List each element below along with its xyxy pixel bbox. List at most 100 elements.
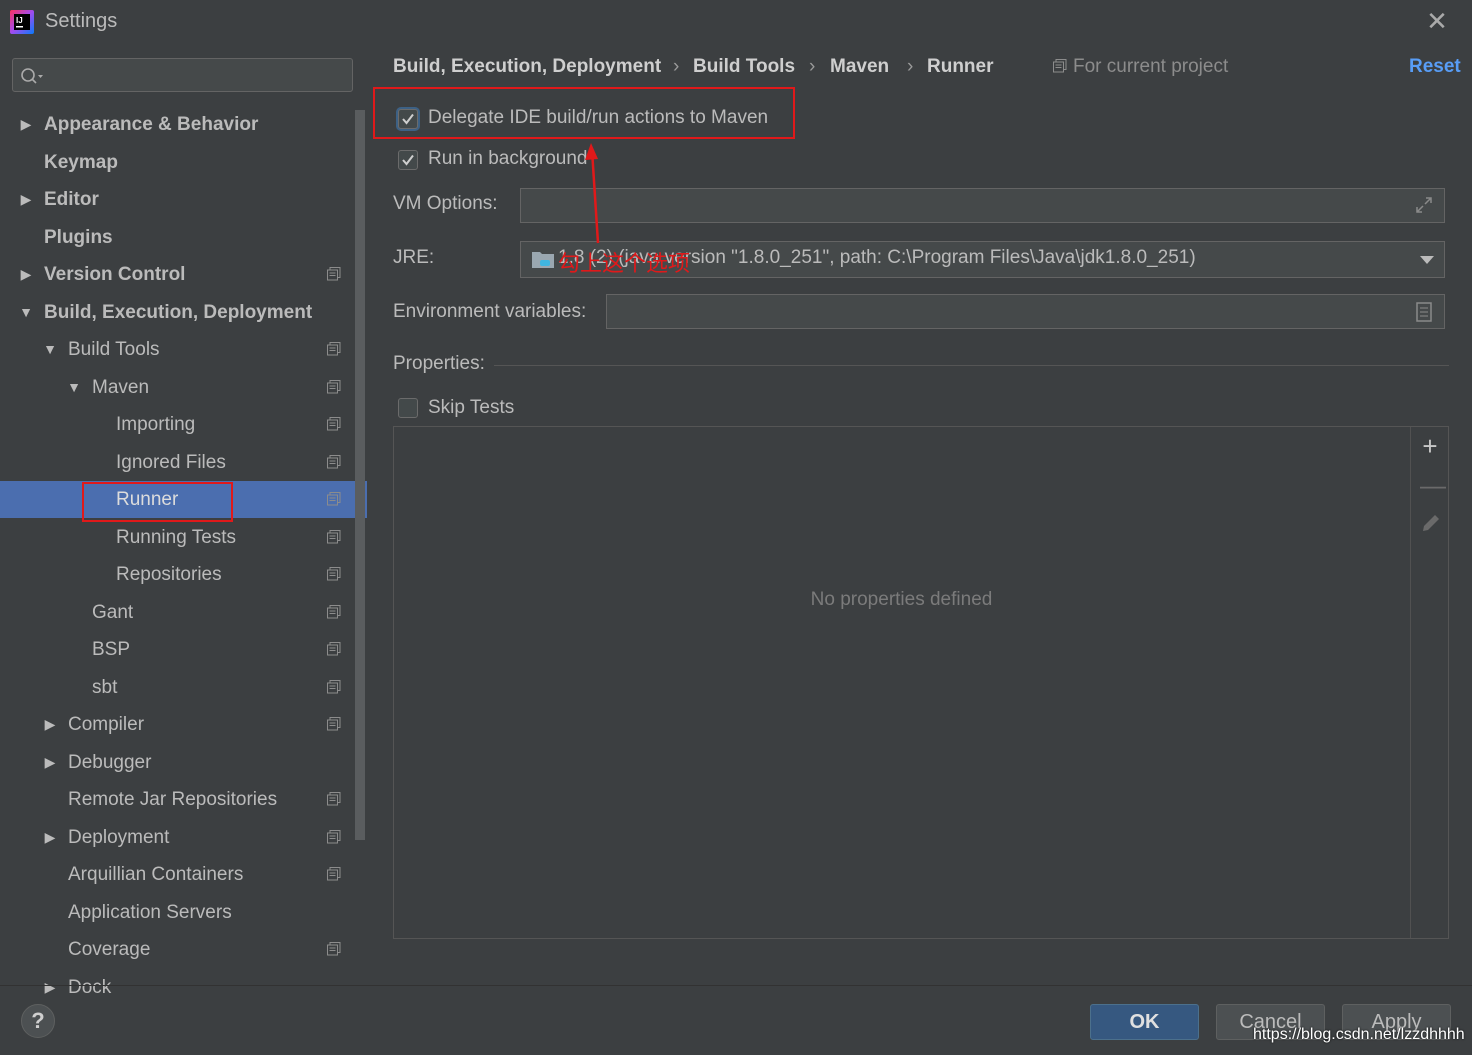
sidebar-item-label: Plugins — [44, 227, 113, 248]
sidebar-item-label: Running Tests — [116, 527, 237, 548]
sidebar-item-label: Arquillian Containers — [68, 864, 244, 885]
sidebar-item-label: Importing — [116, 414, 196, 435]
sidebar-item[interactable]: Coverage — [0, 931, 355, 968]
sidebar-item[interactable]: Application Servers — [0, 894, 355, 931]
project-scope-icon — [327, 792, 341, 806]
chevron-right-icon[interactable]: ▶ — [18, 106, 34, 143]
sidebar-item[interactable]: Importing — [0, 406, 355, 443]
chevron-right-icon[interactable]: ▶ — [18, 256, 34, 293]
chevron-right-icon[interactable]: ▶ — [42, 969, 58, 1006]
sidebar-item[interactable]: ▶ Deployment — [0, 819, 355, 856]
sidebar-item-label: Maven — [92, 377, 150, 398]
environment-variables-field[interactable] — [606, 294, 1445, 329]
add-icon[interactable]: + — [1420, 433, 1440, 459]
chevron-down-icon[interactable]: ▼ — [66, 369, 82, 406]
project-scope-icon — [327, 642, 341, 656]
scope-indicator: For current project — [1053, 56, 1228, 78]
sidebar-item-label: Dock — [68, 977, 112, 998]
run-in-background-label[interactable]: Run in background — [428, 148, 588, 170]
expand-icon[interactable] — [1414, 195, 1434, 215]
sidebar-item[interactable]: ▶ Dock — [0, 969, 355, 1006]
project-scope-icon — [327, 605, 341, 619]
sidebar-item[interactable]: Gant — [0, 594, 355, 631]
sidebar-item[interactable]: ▶ Appearance & Behavior — [0, 106, 355, 143]
sidebar-item-label: Keymap — [44, 152, 118, 173]
project-scope-icon — [327, 867, 341, 881]
sidebar-item[interactable]: Remote Jar Repositories — [0, 781, 355, 818]
sidebar-item[interactable]: ▶ Editor — [0, 181, 355, 218]
sidebar-item-label: Build, Execution, Deployment — [44, 302, 313, 323]
window-title: Settings — [45, 10, 118, 32]
chevron-right-icon[interactable]: ▶ — [42, 744, 58, 781]
skip-tests-label[interactable]: Skip Tests — [428, 397, 514, 419]
sidebar-scrollbar[interactable] — [355, 110, 365, 840]
sidebar-item[interactable]: Ignored Files — [0, 444, 355, 481]
annotation-text: 勾上这个选项 — [558, 251, 691, 276]
sidebar-item-label: Debugger — [68, 752, 152, 773]
delegate-highlight-box — [373, 87, 795, 139]
sidebar-item-label: Deployment — [68, 827, 170, 848]
remove-icon[interactable]: — — [1420, 472, 1446, 498]
sidebar-item[interactable]: Arquillian Containers — [0, 856, 355, 893]
sidebar-item[interactable]: sbt — [0, 669, 355, 706]
sidebar-item[interactable]: ▶ Debugger — [0, 744, 355, 781]
sidebar-item[interactable]: BSP — [0, 631, 355, 668]
sidebar-item[interactable]: Plugins — [0, 219, 355, 256]
project-scope-icon — [327, 342, 341, 356]
skip-tests-checkbox[interactable] — [398, 398, 418, 418]
chevron-down-icon[interactable] — [1420, 256, 1434, 264]
properties-divider — [494, 365, 1449, 366]
project-scope-icon — [327, 417, 341, 431]
vm-options-label: VM Options: — [393, 193, 498, 214]
sidebar-item[interactable]: ▼ Build Tools — [0, 331, 355, 368]
breadcrumb-item[interactable]: Maven — [830, 56, 889, 78]
ok-button[interactable]: OK — [1090, 1004, 1199, 1040]
sidebar-item-label: Application Servers — [68, 902, 232, 923]
properties-toolbar-divider — [1410, 427, 1411, 938]
chevron-right-icon[interactable]: ▶ — [42, 819, 58, 856]
close-icon[interactable]: ✕ — [1424, 8, 1450, 34]
svg-text:IJ: IJ — [16, 16, 23, 25]
intellij-app-icon: IJ — [10, 10, 34, 34]
sidebar-item-label: BSP — [92, 639, 131, 660]
sidebar-item-label: Repositories — [116, 564, 222, 585]
vm-options-field[interactable] — [520, 188, 1445, 223]
project-scope-icon — [327, 942, 341, 956]
reset-link[interactable]: Reset — [1409, 56, 1461, 78]
sidebar-item[interactable]: ▼ Maven — [0, 369, 355, 406]
edit-pencil-icon[interactable] — [1420, 512, 1442, 534]
sidebar-item-label: Ignored Files — [116, 452, 226, 473]
sidebar-item-label: Editor — [44, 189, 99, 210]
breadcrumb-item[interactable]: Build, Execution, Deployment — [393, 56, 661, 78]
run-in-background-checkbox[interactable] — [398, 150, 418, 170]
project-scope-icon — [327, 530, 341, 544]
project-scope-icon — [327, 455, 341, 469]
sidebar-item[interactable]: ▶ Compiler — [0, 706, 355, 743]
sidebar-item-label: Appearance & Behavior — [44, 114, 259, 135]
breadcrumb-item[interactable]: Build Tools — [693, 56, 795, 78]
chevron-down-icon[interactable]: ▼ — [18, 294, 34, 331]
breadcrumb-separator: › — [809, 56, 816, 77]
sidebar-item-label: Gant — [92, 602, 134, 623]
properties-table[interactable] — [393, 426, 1449, 939]
breadcrumb-separator: › — [673, 56, 680, 77]
runner-highlight-box — [82, 482, 233, 522]
chevron-right-icon[interactable]: ▶ — [42, 706, 58, 743]
sidebar-item-label: Build Tools — [68, 339, 160, 360]
chevron-right-icon[interactable]: ▶ — [18, 181, 34, 218]
sidebar-item-label: Version Control — [44, 264, 186, 285]
document-icon[interactable] — [1415, 302, 1433, 322]
sidebar-item[interactable]: Running Tests — [0, 519, 355, 556]
project-scope-icon — [327, 830, 341, 844]
search-input[interactable] — [12, 58, 353, 92]
sidebar-item[interactable]: ▶ Version Control — [0, 256, 355, 293]
sidebar-item[interactable]: Repositories — [0, 556, 355, 593]
chevron-down-icon[interactable]: ▼ — [42, 331, 58, 368]
sidebar-item[interactable]: Keymap — [0, 144, 355, 181]
sidebar-item[interactable]: ▼ Build, Execution, Deployment — [0, 294, 355, 331]
properties-label: Properties: — [393, 353, 485, 374]
jdk-folder-icon — [532, 252, 554, 268]
project-scope-icon — [327, 267, 341, 281]
title-bar — [0, 0, 1472, 44]
help-button[interactable]: ? — [21, 1004, 55, 1038]
